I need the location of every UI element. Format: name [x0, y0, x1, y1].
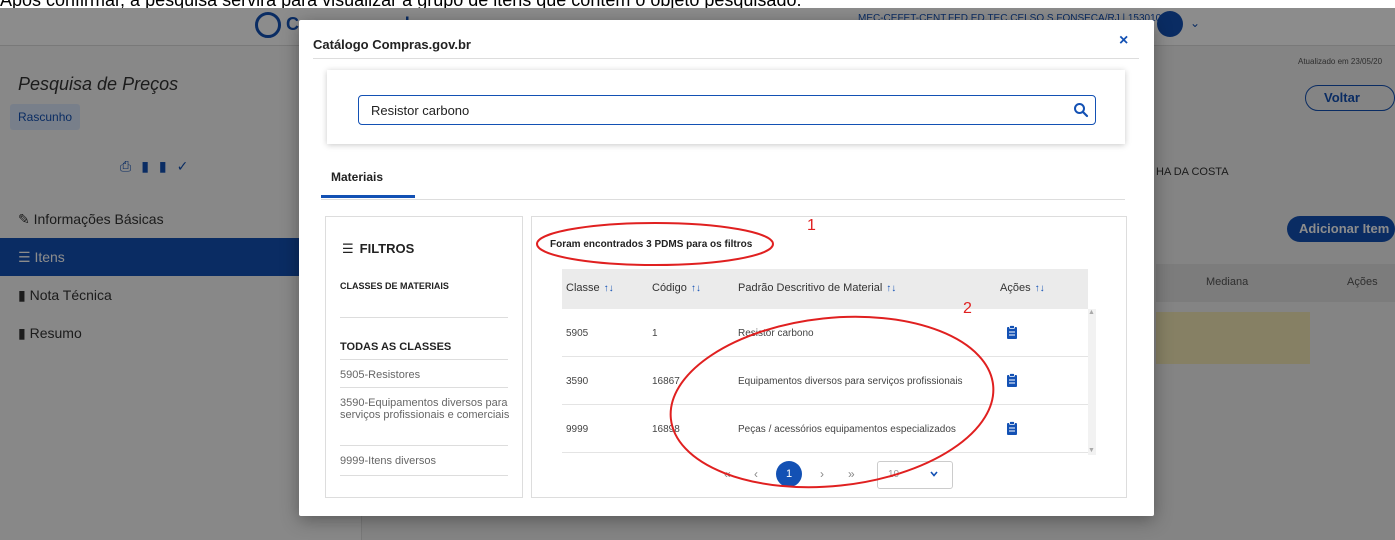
- divider: [340, 387, 508, 388]
- cell-classe: 9999: [566, 424, 589, 435]
- tab-active-indicator: [321, 195, 415, 198]
- divider: [313, 58, 1139, 59]
- column-header-codigo[interactable]: Código ↑↓: [652, 282, 701, 294]
- page-size-value: 10: [888, 469, 900, 480]
- pagination-last[interactable]: »: [848, 467, 855, 481]
- sort-icon[interactable]: ↑↓: [886, 283, 896, 294]
- column-header-label: Ações: [1000, 282, 1031, 294]
- clipboard-icon[interactable]: [1006, 325, 1018, 339]
- divider: [340, 445, 508, 446]
- pagination-first[interactable]: «: [724, 467, 731, 481]
- cell-codigo: 16867: [652, 376, 680, 387]
- results-summary: Foram encontrados 3 PDMS para os filtros: [550, 239, 753, 250]
- clipboard-icon[interactable]: [1006, 421, 1018, 435]
- pagination-next[interactable]: ›: [820, 467, 824, 481]
- column-header-label: Classe: [566, 282, 600, 294]
- divider: [340, 475, 508, 476]
- close-icon[interactable]: ×: [1119, 32, 1128, 50]
- cell-codigo: 1: [652, 328, 658, 339]
- page-size-select[interactable]: 10: [877, 461, 953, 489]
- results-scrollbar[interactable]: [1088, 309, 1096, 455]
- divider: [340, 317, 508, 318]
- column-header-descricao[interactable]: Padrão Descritivo de Material ↑↓: [738, 282, 896, 294]
- search-card: [327, 70, 1125, 144]
- column-header-acoes[interactable]: Ações ↑↓: [1000, 282, 1045, 294]
- pagination-current-page[interactable]: 1: [776, 461, 802, 487]
- sort-icon[interactable]: ↑↓: [1035, 283, 1045, 294]
- filter-item[interactable]: 9999-Itens diversos: [340, 455, 510, 467]
- filters-panel: ☰ FILTROS CLASSES DE MATERIAIS TODAS AS C…: [325, 216, 523, 498]
- tab-divider: [321, 199, 1125, 200]
- cell-classe: 5905: [566, 328, 589, 339]
- column-header-label: Padrão Descritivo de Material: [738, 282, 883, 294]
- cell-classe: 3590: [566, 376, 589, 387]
- search-icon[interactable]: [1073, 102, 1089, 118]
- filter-item[interactable]: 3590-Equipamentos diversos para serviços…: [340, 397, 510, 421]
- cell-descricao: Resistor carbono: [738, 328, 814, 339]
- cell-descricao: Peças / acessórios equipamentos especial…: [738, 424, 956, 435]
- filters-heading: ☰ FILTROS: [342, 241, 414, 257]
- scroll-down-icon[interactable]: ▼: [1088, 447, 1095, 454]
- annotation-number-1: 1: [807, 217, 816, 234]
- search-input[interactable]: [371, 101, 1051, 119]
- scroll-up-icon[interactable]: ▲: [1088, 309, 1095, 316]
- filter-all-classes[interactable]: TODAS AS CLASSES: [340, 341, 451, 353]
- search-box[interactable]: [358, 95, 1096, 125]
- column-header-classe[interactable]: Classe ↑↓: [566, 282, 614, 294]
- instruction-caption: Após confirmar, a pesquisa servirá para …: [0, 0, 1395, 8]
- chevron-down-icon[interactable]: [930, 470, 938, 478]
- filters-section-label: CLASSES DE MATERIAIS: [340, 281, 449, 291]
- tab-materiais[interactable]: Materiais: [331, 170, 383, 184]
- results-panel: Foram encontrados 3 PDMS para os filtros…: [531, 216, 1127, 498]
- pagination-prev[interactable]: ‹: [754, 467, 758, 481]
- cell-codigo: 16898: [652, 424, 680, 435]
- filter-lines-icon: ☰: [342, 241, 354, 256]
- column-header-label: Código: [652, 282, 687, 294]
- filters-title-text: FILTROS: [359, 241, 415, 256]
- filter-item[interactable]: 5905-Resistores: [340, 369, 510, 381]
- clipboard-icon[interactable]: [1006, 373, 1018, 387]
- sort-icon[interactable]: ↑↓: [604, 283, 614, 294]
- divider: [340, 359, 508, 360]
- modal-title: Catálogo Compras.gov.br: [313, 37, 471, 52]
- annotation-number-2: 2: [963, 300, 972, 317]
- catalog-modal: Catálogo Compras.gov.br × Materiais ☰ FIL…: [299, 20, 1154, 516]
- sort-icon[interactable]: ↑↓: [691, 283, 701, 294]
- cell-descricao: Equipamentos diversos para serviços prof…: [738, 376, 963, 387]
